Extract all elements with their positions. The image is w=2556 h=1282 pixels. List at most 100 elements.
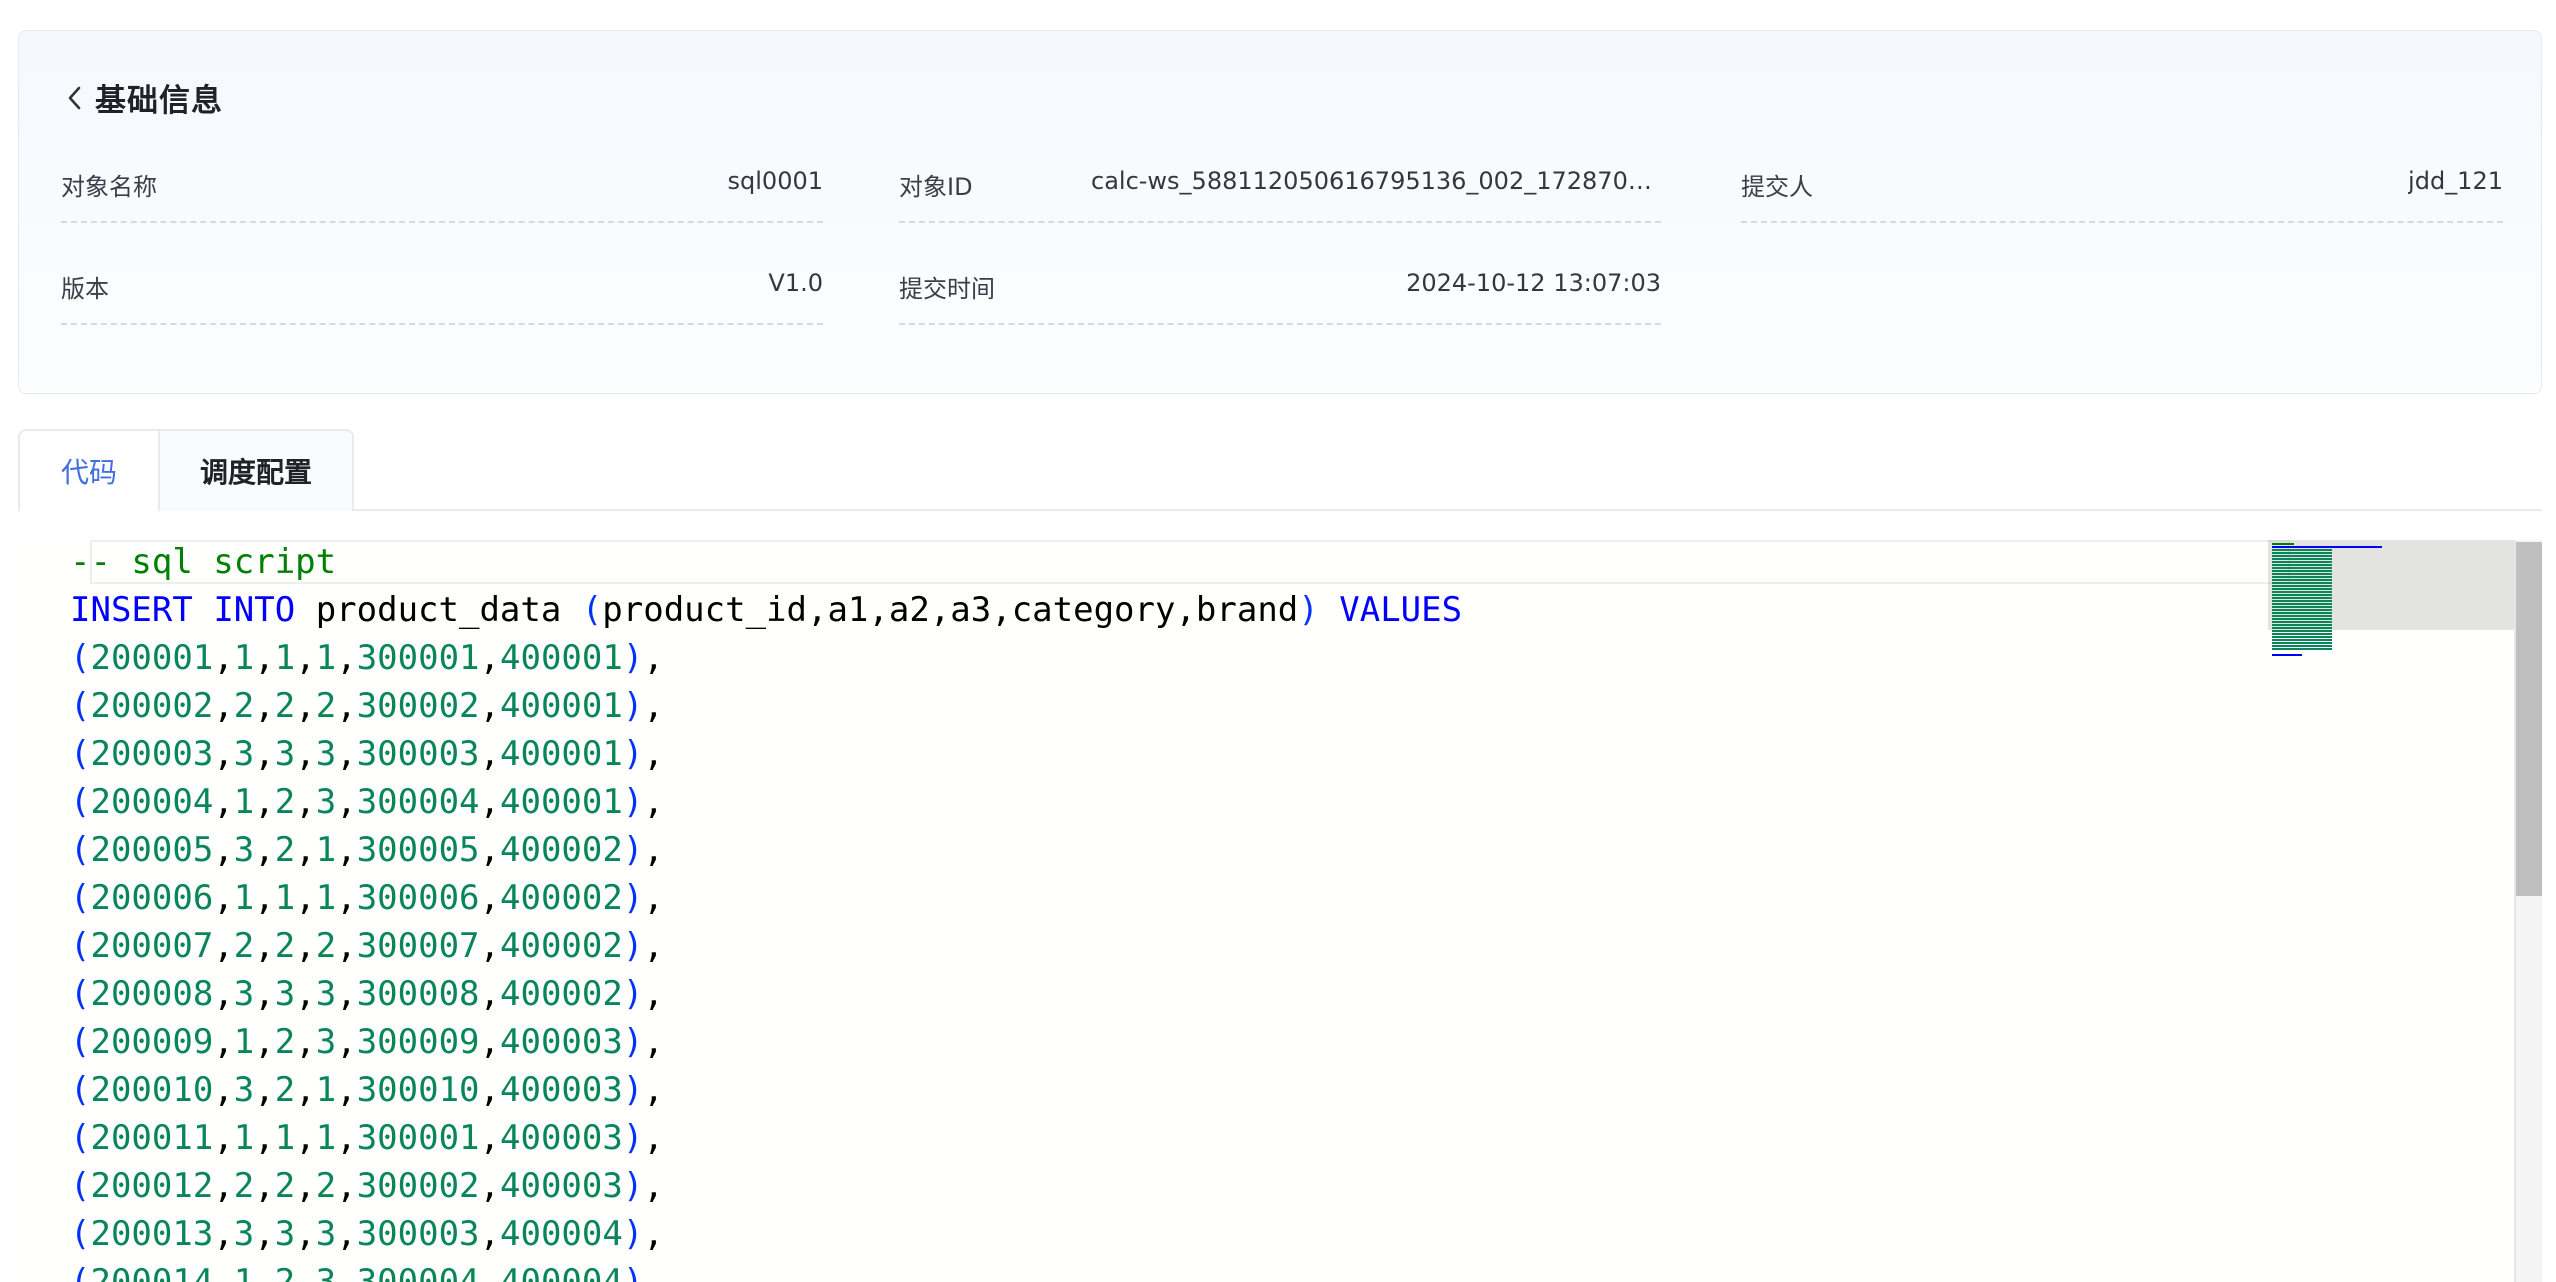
sql-comma: ,	[643, 1214, 664, 1254]
sql-number: 3	[315, 974, 337, 1014]
sql-comma: ,	[295, 1166, 316, 1206]
minimap-line	[2272, 630, 2332, 632]
sql-number: 1	[315, 830, 337, 870]
sql-comma: ,	[213, 1214, 234, 1254]
sql-number: 200010	[90, 1070, 214, 1110]
sql-comma: ,	[213, 1022, 234, 1062]
sql-number: 300002	[356, 686, 480, 726]
sql-number: 1	[315, 638, 337, 678]
minimap-line	[2272, 645, 2332, 647]
code-area[interactable]: -- sql script INSERT INTO product_data (…	[70, 540, 2290, 1282]
sql-comma: ,	[336, 638, 357, 678]
sql-paren: (	[70, 782, 91, 822]
sql-paren: )	[622, 686, 644, 726]
sql-paren: (	[70, 686, 91, 726]
sql-number: 3	[233, 830, 255, 870]
sql-comma: ,	[479, 1262, 501, 1282]
chevron-left-icon[interactable]	[61, 84, 89, 112]
sql-comma: ,	[336, 1214, 357, 1254]
minimap-line	[2272, 588, 2332, 590]
minimap-line	[2272, 624, 2332, 626]
sql-paren: )	[622, 782, 644, 822]
field-submitter: 提交人 jdd_121	[1741, 167, 2503, 223]
sql-paren: )	[622, 974, 644, 1014]
tab-code[interactable]: 代码	[18, 429, 158, 511]
sql-column-list: product_id,a1,a2,a3,category,brand	[602, 590, 1299, 630]
sql-number: 400004	[500, 1214, 623, 1254]
sql-number: 300005	[356, 830, 480, 870]
code-editor[interactable]: -- sql script INSERT INTO product_data (…	[18, 540, 2542, 1282]
sql-comma: ,	[336, 1118, 357, 1158]
sql-comma: ,	[213, 734, 234, 774]
code-line-values-row: (200004,1,2,3,300004,400001),	[70, 778, 664, 826]
sql-comma: ,	[479, 782, 501, 822]
sql-table-name: product_data	[315, 590, 562, 630]
sql-number: 300001	[356, 1118, 480, 1158]
sql-paren: )	[622, 1166, 644, 1206]
sql-number: 1	[233, 638, 255, 678]
scrollbar-thumb[interactable]	[2516, 542, 2542, 896]
minimap-line	[2272, 567, 2332, 569]
sql-comma: ,	[295, 830, 316, 870]
sql-comma: ,	[479, 1118, 501, 1158]
code-line-values-row: (200007,2,2,2,300007,400002),	[70, 922, 664, 970]
sql-number: 200005	[90, 830, 214, 870]
minimap-line	[2272, 597, 2332, 599]
sql-comma: ,	[254, 686, 275, 726]
code-minimap[interactable]	[2268, 540, 2518, 1282]
sql-paren: (	[581, 590, 603, 630]
field-submit-time: 提交时间 2024-10-12 13:07:03	[899, 269, 1661, 325]
sql-comma: ,	[336, 878, 357, 918]
sql-paren: (	[70, 974, 91, 1014]
sql-comma: ,	[479, 1166, 501, 1206]
code-line-values-row: (200014,1,2,3,300004,400004),	[70, 1258, 664, 1282]
sql-comma: ,	[213, 782, 234, 822]
sql-comma: ,	[643, 1070, 664, 1110]
sql-number: 1	[315, 1118, 337, 1158]
sql-comma: ,	[643, 734, 664, 774]
field-object-id: 对象ID calc-ws_588112050616795136_002_1728…	[899, 167, 1661, 223]
minimap-line	[2272, 600, 2332, 602]
minimap-line	[2272, 552, 2332, 554]
sql-number: 200014	[90, 1262, 214, 1282]
sql-number: 2	[274, 1022, 296, 1062]
sql-number: 300006	[356, 878, 480, 918]
sql-comma: ,	[479, 830, 501, 870]
sql-comma: ,	[479, 1070, 501, 1110]
sql-comma: ,	[295, 1262, 316, 1282]
sql-comma: ,	[213, 926, 234, 966]
sql-number: 200012	[90, 1166, 214, 1206]
sql-comma: ,	[643, 638, 664, 678]
minimap-line	[2272, 615, 2332, 617]
sql-comma: ,	[336, 974, 357, 1014]
sql-number: 200007	[90, 926, 214, 966]
field-label: 对象ID	[899, 173, 973, 201]
sql-number: 200001	[90, 638, 214, 678]
minimap-line	[2272, 627, 2332, 629]
tab-schedule-config[interactable]: 调度配置	[158, 429, 354, 511]
field-value: 2024-10-12 13:07:03	[1406, 269, 1661, 297]
sql-comma: ,	[336, 1022, 357, 1062]
sql-number: 2	[233, 926, 255, 966]
sql-comma: ,	[213, 878, 234, 918]
sql-comma: ,	[254, 878, 275, 918]
sql-number: 2	[274, 1166, 296, 1206]
sql-number: 2	[274, 782, 296, 822]
field-value: sql0001	[727, 167, 823, 195]
sql-comma: ,	[336, 782, 357, 822]
sql-number: 400003	[500, 1166, 623, 1206]
sql-number: 3	[315, 1262, 337, 1282]
sql-paren: )	[1298, 590, 1319, 630]
sql-comma: ,	[336, 1262, 357, 1282]
sql-comma: ,	[643, 1022, 664, 1062]
sql-comma: ,	[643, 830, 664, 870]
sql-number: 3	[315, 782, 337, 822]
sql-number: 200013	[90, 1214, 214, 1254]
sql-comma: ,	[254, 1022, 275, 1062]
sql-number: 400003	[500, 1118, 623, 1158]
sql-paren: (	[70, 830, 91, 870]
sql-comma: ,	[254, 926, 275, 966]
sql-paren: )	[622, 926, 644, 966]
sql-paren: (	[70, 926, 91, 966]
sql-comma: ,	[295, 1070, 316, 1110]
